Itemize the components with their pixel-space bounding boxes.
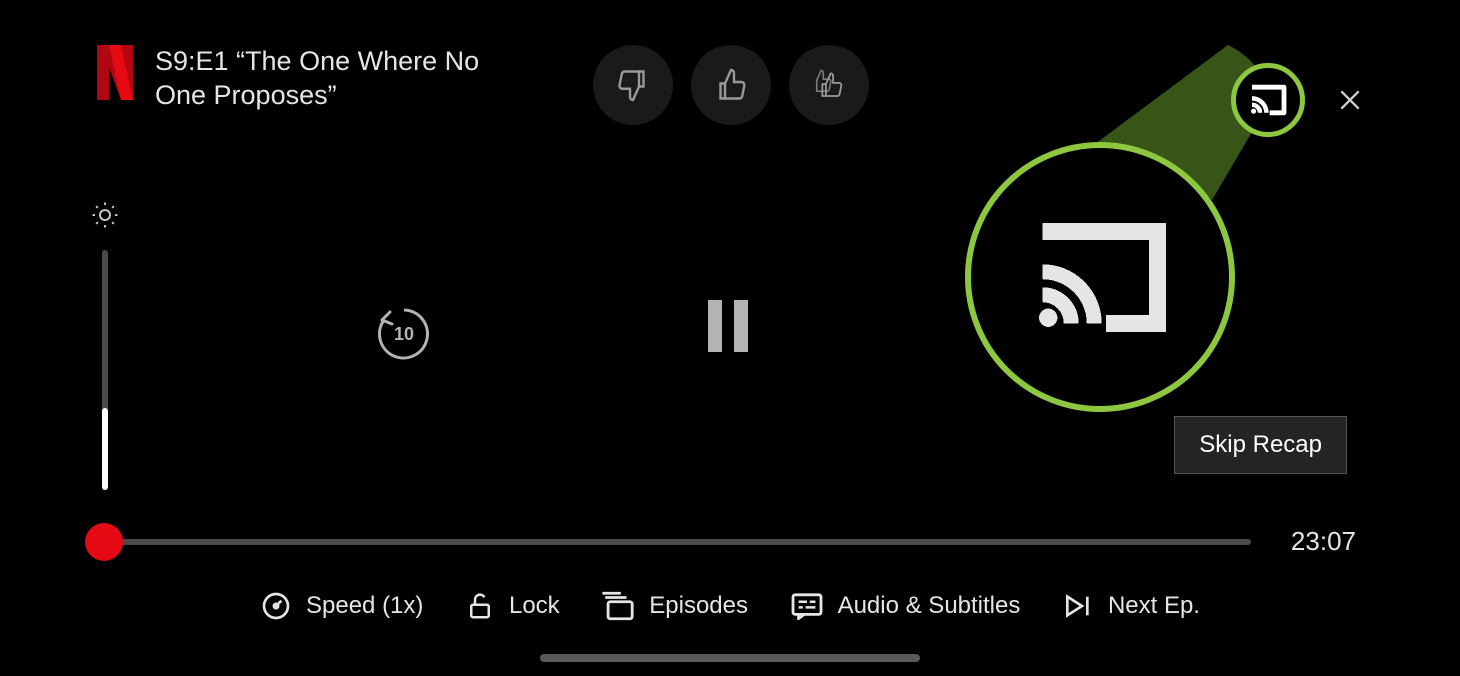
- progress-thumb[interactable]: [85, 523, 123, 561]
- lock-label: Lock: [509, 592, 560, 620]
- audio-subtitles-label: Audio & Subtitles: [838, 592, 1021, 620]
- brightness-fill: [102, 408, 108, 490]
- netflix-logo: [95, 45, 135, 100]
- brightness-icon: [90, 200, 120, 230]
- thumbs-down-button[interactable]: [593, 45, 673, 125]
- cast-icon: [1248, 84, 1288, 116]
- double-thumbs-up-button[interactable]: [789, 45, 869, 125]
- svg-text:10: 10: [394, 324, 414, 344]
- close-button[interactable]: [1335, 85, 1365, 115]
- close-icon: [1337, 87, 1363, 113]
- pause-button[interactable]: [708, 300, 748, 352]
- speed-icon: [260, 590, 292, 622]
- next-episode-label: Next Ep.: [1108, 592, 1200, 620]
- next-episode-icon: [1062, 592, 1094, 620]
- time-remaining: 23:07: [1291, 526, 1356, 557]
- episodes-label: Episodes: [649, 592, 748, 620]
- progress-bar[interactable]: [104, 539, 1251, 545]
- skip-recap-button[interactable]: Skip Recap: [1174, 416, 1347, 474]
- thumbs-up-button[interactable]: [691, 45, 771, 125]
- speed-button[interactable]: Speed (1x): [260, 590, 423, 622]
- cast-annotation-zoom: [965, 142, 1235, 412]
- rewind-10-button[interactable]: 10: [370, 300, 438, 368]
- cast-button[interactable]: [1231, 63, 1305, 137]
- episodes-button[interactable]: Episodes: [601, 591, 748, 621]
- brightness-track[interactable]: [102, 250, 108, 490]
- brightness-slider[interactable]: [90, 200, 120, 490]
- speed-label: Speed (1x): [306, 592, 423, 620]
- pause-icon: [708, 300, 722, 352]
- thumbs-up-icon: [713, 67, 749, 103]
- episodes-icon: [601, 591, 635, 621]
- next-episode-button[interactable]: Next Ep.: [1062, 592, 1200, 620]
- subtitles-icon: [790, 592, 824, 620]
- lock-open-icon: [465, 591, 495, 621]
- audio-subtitles-button[interactable]: Audio & Subtitles: [790, 592, 1021, 620]
- episode-title: S9:E1 “The One Where No One Proposes”: [155, 45, 515, 113]
- home-indicator: [540, 654, 920, 662]
- double-thumbs-up-icon: [808, 66, 850, 104]
- cast-icon-large: [1030, 220, 1170, 335]
- pause-icon: [734, 300, 748, 352]
- thumbs-down-icon: [615, 67, 651, 103]
- lock-button[interactable]: Lock: [465, 591, 560, 621]
